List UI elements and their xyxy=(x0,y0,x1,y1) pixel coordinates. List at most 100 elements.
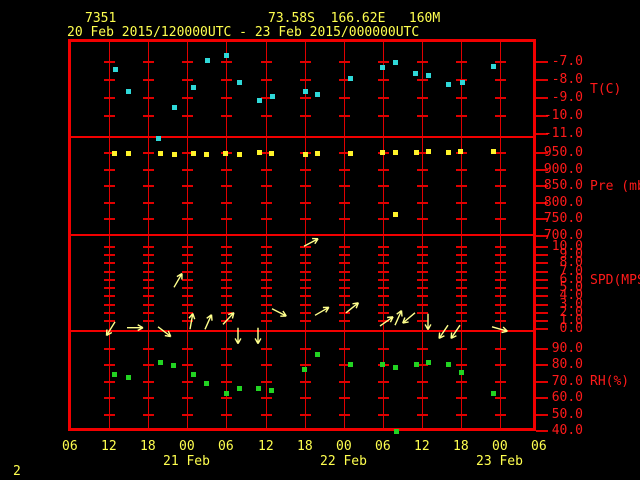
gridline-tick xyxy=(417,295,428,297)
gridline-tick xyxy=(495,312,506,314)
gridline-tick xyxy=(456,312,467,314)
gridline-tick xyxy=(221,295,232,297)
temperature-data-point xyxy=(491,64,496,69)
relative_humidity-data-point xyxy=(302,367,307,372)
panel-divider-wind-rh xyxy=(71,330,533,332)
relative_humidity-data-point xyxy=(426,360,431,365)
gridline-tick xyxy=(143,152,154,154)
right-axis-tick-label: -11.0 xyxy=(543,126,583,141)
gridline-tick xyxy=(495,381,506,383)
gridline-tick xyxy=(495,279,506,281)
gridline-tick xyxy=(182,364,193,366)
gridline-tick xyxy=(143,287,154,289)
gridline-tick xyxy=(300,254,311,256)
panel-divider-pressure-wind xyxy=(71,234,533,236)
gridline-tick xyxy=(143,414,154,416)
relative_humidity-data-point xyxy=(158,360,163,365)
gridline-tick xyxy=(104,185,115,187)
right-axis-tick-label: -9.0 xyxy=(551,90,583,105)
pressure-data-point xyxy=(191,151,196,156)
pressure-data-point xyxy=(158,151,163,156)
gridline-tick xyxy=(182,287,193,289)
gridline-tick xyxy=(221,218,232,220)
gridline-tick xyxy=(182,254,193,256)
gridline-tick xyxy=(104,348,115,350)
gridline-tick xyxy=(221,312,232,314)
gridline-tick xyxy=(221,115,232,117)
gridline-tick xyxy=(182,279,193,281)
gridline-tick xyxy=(417,304,428,306)
gridline-tick xyxy=(339,202,350,204)
gridline-tick xyxy=(300,115,311,117)
gridline-tick xyxy=(339,312,350,314)
gridline-tick xyxy=(182,97,193,99)
gridline-tick xyxy=(143,312,154,314)
gridline-tick xyxy=(339,348,350,350)
gridline-tick xyxy=(261,397,272,399)
gridline-tick xyxy=(456,271,467,273)
gridline-tick xyxy=(261,271,272,273)
gridline-tick xyxy=(143,348,154,350)
relative_humidity-data-point xyxy=(393,365,398,370)
gridline-tick xyxy=(261,169,272,171)
gridline-tick xyxy=(221,304,232,306)
axis-unit-temperature: T(C) xyxy=(590,82,622,97)
gridline-tick xyxy=(300,185,311,187)
gridline-tick xyxy=(417,115,428,117)
gridline-tick xyxy=(143,202,154,204)
gridline-tick xyxy=(104,304,115,306)
gridline-tick xyxy=(417,381,428,383)
gridline-tick xyxy=(143,97,154,99)
meteogram-screen: 7351 73.58S 166.62E 160M 20 Feb 2015/120… xyxy=(0,0,640,480)
time-axis-hour-label: 18 xyxy=(453,439,469,454)
relative_humidity-data-point xyxy=(446,362,451,367)
temperature-data-point xyxy=(380,65,385,70)
gridline-tick xyxy=(300,61,311,63)
axis-unit-humidity: RH(%) xyxy=(590,374,630,389)
gridline-tick xyxy=(417,312,428,314)
gridline-tick xyxy=(221,61,232,63)
pressure-data-point xyxy=(491,149,496,154)
right-axis-tick-label: -7.0 xyxy=(551,54,583,69)
gridline-tick xyxy=(261,262,272,264)
gridline-tick xyxy=(104,246,115,248)
gridline-tick xyxy=(143,320,154,322)
gridline-tick xyxy=(417,254,428,256)
time-axis-hour-label: 18 xyxy=(140,439,156,454)
gridline-tick xyxy=(378,414,389,416)
gridline-tick xyxy=(339,115,350,117)
gridline-tick xyxy=(339,246,350,248)
temperature-data-point xyxy=(257,98,262,103)
axis-unit-wind-speed: SPD(MPS) xyxy=(590,273,640,288)
gridline-tick xyxy=(495,185,506,187)
right-axis-tick-label: -10.0 xyxy=(543,108,583,123)
gridline-tick xyxy=(104,79,115,81)
pressure-data-point xyxy=(204,152,209,157)
time-axis-hour-label: 00 xyxy=(492,439,508,454)
gridline-tick xyxy=(182,295,193,297)
gridline-tick xyxy=(495,414,506,416)
relative_humidity-data-point xyxy=(315,352,320,357)
right-axis-tick-label: 50.0 xyxy=(551,407,583,422)
gridline-tick xyxy=(300,97,311,99)
gridline-tick xyxy=(221,254,232,256)
gridline-tick xyxy=(261,295,272,297)
gridline-tick xyxy=(182,271,193,273)
gridline-tick xyxy=(104,115,115,117)
gridline-tick xyxy=(339,218,350,220)
gridline-tick xyxy=(143,381,154,383)
gridline-tick xyxy=(143,304,154,306)
gridline-tick xyxy=(261,185,272,187)
gridline-tick xyxy=(221,381,232,383)
gridline-tick xyxy=(261,218,272,220)
gridline-tick xyxy=(300,397,311,399)
gridline-tick xyxy=(495,254,506,256)
temperature-data-point xyxy=(393,60,398,65)
gridline-tick xyxy=(104,202,115,204)
right-axis-tick-label: -8.0 xyxy=(551,72,583,87)
gridline-tick xyxy=(143,61,154,63)
right-axis-tick-label: 70.0 xyxy=(551,374,583,389)
panel-divider-temp-pressure xyxy=(71,136,533,138)
gridline-tick xyxy=(104,414,115,416)
relative_humidity-data-point xyxy=(491,391,496,396)
